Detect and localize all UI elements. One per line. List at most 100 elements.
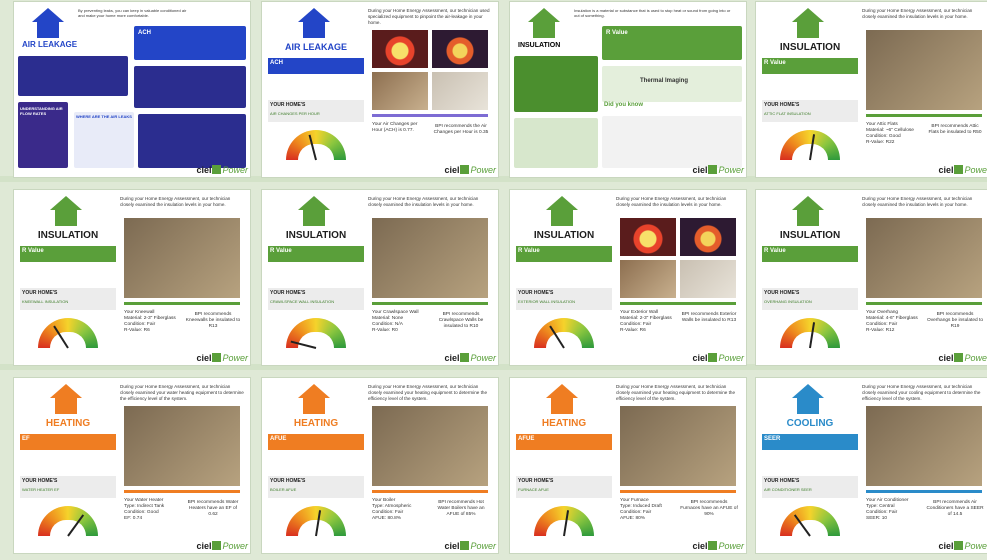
report-page-p9[interactable]: HEATING EF YOUR HOME'S WATER HEATER EF Durin… <box>14 378 250 553</box>
intro-text: During your Home Energy Assessment, our … <box>862 384 981 401</box>
house-icon <box>551 398 573 414</box>
house-icon <box>303 398 325 414</box>
inspection-photo[interactable] <box>866 218 982 298</box>
inspection-photo[interactable] <box>432 72 488 110</box>
logo-icon <box>954 353 964 362</box>
inspection-photo[interactable] <box>372 218 488 298</box>
your-home-box: YOUR HOME'S WATER HEATER EF <box>20 476 116 498</box>
ciel-power-logo: ciel Power <box>444 165 496 175</box>
logo-text: ciel <box>938 353 954 363</box>
ciel-power-logo: ciel Power <box>938 165 987 175</box>
infographic-panel: INSULATION Insulation is a material or su… <box>514 6 742 172</box>
summary-column: COOLING SEER YOUR HOME'S AIR CONDITIONER SE… <box>762 382 858 548</box>
logo-power: Power <box>718 541 744 551</box>
your-home-box: YOUR HOME'S OVERHANG INSULATION <box>762 288 858 310</box>
logo-icon <box>212 353 222 362</box>
logo-icon <box>708 541 718 550</box>
r-value-tag: R Value <box>606 30 628 36</box>
inspection-photo[interactable] <box>620 218 676 256</box>
inspection-photo[interactable] <box>372 406 488 486</box>
inspection-photo[interactable] <box>372 72 428 110</box>
definition-bar: ACH <box>268 58 364 74</box>
report-page-p11[interactable]: HEATING AFUE YOUR HOME'S FURNACE AFUE During… <box>510 378 746 553</box>
detail-column: During your Home Energy Assessment, our … <box>368 194 492 360</box>
category-title: HEATING <box>293 418 339 429</box>
inspection-photo[interactable] <box>372 30 428 68</box>
logo-power: Power <box>470 541 496 551</box>
house-icon <box>298 8 330 22</box>
ciel-power-logo: ciel Power <box>444 353 496 363</box>
inspection-photo[interactable] <box>124 406 240 486</box>
bpi-recommendation: BPI recommends Overhangs be insulated to… <box>926 312 983 329</box>
info-block <box>602 66 742 102</box>
logo-icon <box>460 541 470 550</box>
detail-column: During your Home Energy Assessment, our … <box>120 382 244 548</box>
your-home-metric: WATER HEATER EF <box>22 487 60 492</box>
detail-column: During your Home Energy Assessment, our … <box>862 382 986 548</box>
current-stats: Your Air Conditioner Type: Central Conditi… <box>866 498 909 521</box>
house-icon <box>298 384 330 398</box>
intro-text: By preventing leaks, you can keep in val… <box>78 8 187 18</box>
intro-text: Insulation is a material or substance th… <box>574 8 731 18</box>
divider <box>372 114 488 117</box>
divider <box>620 302 736 305</box>
ciel-power-logo: ciel Power <box>196 165 248 175</box>
logo-icon <box>708 165 718 174</box>
intro-text: During your Home Energy Assessment, our … <box>368 196 479 207</box>
your-home-title: YOUR HOME'S <box>22 478 58 484</box>
your-home-metric: ATTIC FLAT INSULATION <box>764 111 811 116</box>
report-page-p5[interactable]: INSULATION R Value YOUR HOME'S KNEEWALL INS… <box>14 190 250 365</box>
inspection-photo[interactable] <box>620 260 676 298</box>
definition-bar: R Value <box>762 58 858 74</box>
section-title: Did you know <box>604 102 643 108</box>
your-home-box: YOUR HOME'S BOILER AFUE <box>268 476 364 498</box>
inspection-photos[interactable] <box>620 218 736 298</box>
house-icon <box>55 398 77 414</box>
house-icon <box>298 196 330 210</box>
inspection-photo[interactable] <box>432 30 488 68</box>
report-page-p12[interactable]: COOLING SEER YOUR HOME'S AIR CONDITIONER SE… <box>756 378 987 553</box>
report-page-p4[interactable]: INSULATION R Value YOUR HOME'S ATTIC FLAT I… <box>756 2 987 177</box>
summary-column: INSULATION R Value YOUR HOME'S KNEEWALL INS… <box>20 194 116 360</box>
inspection-photo[interactable] <box>866 406 982 486</box>
logo-text: ciel <box>692 165 708 175</box>
logo-power: Power <box>964 165 987 175</box>
inspection-photo[interactable] <box>680 218 736 256</box>
bpi-recommendation: BPI recommends the Air Changes per Hour … <box>433 124 489 135</box>
report-page-p1[interactable]: AIR LEAKAGE ACH UNDERSTANDING AIR FLOW RAT… <box>14 2 250 177</box>
intro-text: During your Home Energy Assessment, our … <box>862 196 973 207</box>
report-page-p8[interactable]: INSULATION R Value YOUR HOME'S OVERHANG INS… <box>756 190 987 365</box>
logo-power: Power <box>718 353 744 363</box>
summary-column: INSULATION R Value YOUR HOME'S ATTIC FLAT I… <box>762 6 858 172</box>
report-page-p7[interactable]: INSULATION R Value YOUR HOME'S EXTERIOR WAL… <box>510 190 746 365</box>
summary-column: INSULATION R Value YOUR HOME'S OVERHANG INS… <box>762 194 858 360</box>
ciel-power-logo: ciel Power <box>444 541 496 551</box>
metric-tag: R Value <box>22 248 44 254</box>
inspection-photos[interactable] <box>372 30 488 110</box>
current-stats: Your Crawlspace Wall Material: None Condit… <box>372 310 419 333</box>
logo-text: ciel <box>196 165 212 175</box>
inspection-photo[interactable] <box>124 218 240 298</box>
definition-bar: SEER <box>762 434 858 450</box>
section-title: WHERE ARE THE AIR LEAKS <box>76 114 132 119</box>
page-thumbnail-grid: AIR LEAKAGE ACH UNDERSTANDING AIR FLOW RAT… <box>0 0 987 560</box>
bpi-recommendation: BPI recommends Crawlspace Walls be insul… <box>438 312 484 329</box>
inspection-photo[interactable] <box>680 260 736 298</box>
inspection-photo[interactable] <box>620 406 736 486</box>
inspection-photo[interactable] <box>866 30 982 110</box>
your-home-metric: FURNACE AFUE <box>518 487 549 492</box>
current-stats: Your Boiler Type: Atmospheric Condition: F… <box>372 498 412 521</box>
report-page-p3[interactable]: INSULATION Insulation is a material or su… <box>510 2 746 177</box>
house-icon <box>792 196 824 210</box>
metric-tag: ACH <box>270 60 283 66</box>
your-home-metric: EXTERIOR WALL INSULATION <box>518 299 575 304</box>
report-page-p2[interactable]: AIR LEAKAGE ACH YOUR HOME'S AIR CHANGES PER… <box>262 2 498 177</box>
report-page-p6[interactable]: INSULATION R Value YOUR HOME'S CRAWLSPACE W… <box>262 190 498 365</box>
report-page-p10[interactable]: HEATING AFUE YOUR HOME'S BOILER AFUE During … <box>262 378 498 553</box>
ciel-power-logo: ciel Power <box>938 353 987 363</box>
your-home-title: YOUR HOME'S <box>270 478 306 484</box>
detail-column: During your Home Energy Assessment, our … <box>616 382 740 548</box>
metric-tag: SEER <box>764 436 781 442</box>
detail-column: During your Home Energy Assessment, our … <box>120 194 244 360</box>
your-home-metric: AIR CHANGES PER HOUR <box>270 111 320 116</box>
